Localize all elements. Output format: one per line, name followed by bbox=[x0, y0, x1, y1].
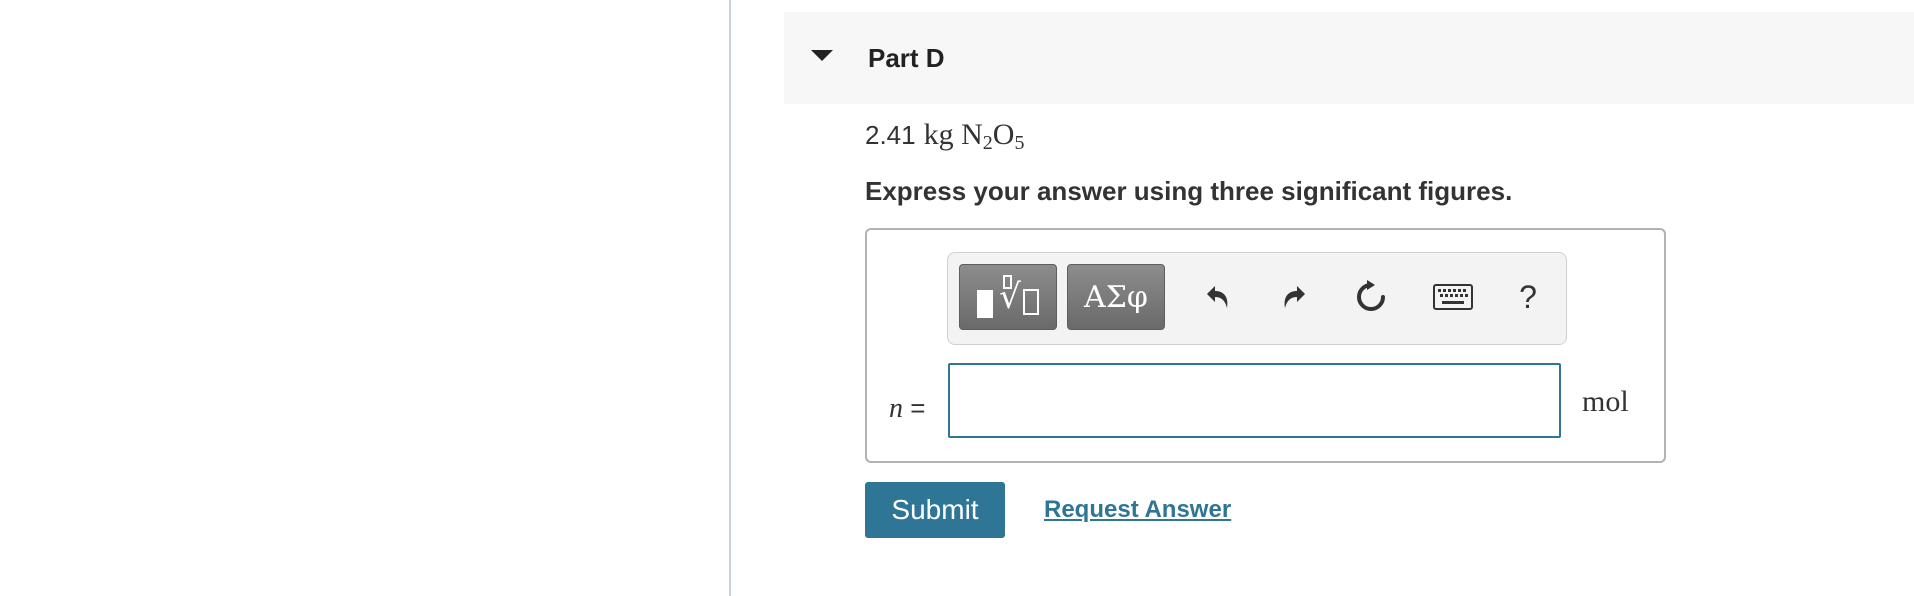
equals-sign: = bbox=[910, 393, 926, 423]
question-text: 2.41 kg N2O5 bbox=[865, 118, 1024, 158]
undo-icon[interactable] bbox=[1196, 275, 1240, 319]
answer-variable: n bbox=[889, 393, 903, 424]
question-unit: kg bbox=[923, 118, 954, 151]
question-formula: kg N2O5 bbox=[924, 118, 1025, 155]
answer-input[interactable] bbox=[948, 363, 1561, 438]
symbols-button[interactable]: ΑΣφ bbox=[1067, 264, 1165, 330]
formula-element-n: N bbox=[961, 118, 983, 151]
instruction-text: Express your answer using three signific… bbox=[865, 176, 1513, 206]
templates-button[interactable]: √ bbox=[959, 264, 1057, 330]
question-amount: 2.41 bbox=[865, 120, 916, 150]
templates-icon bbox=[977, 290, 994, 318]
left-pane bbox=[0, 0, 731, 596]
answer-variable-label: n = bbox=[889, 388, 925, 429]
part-title: Part D bbox=[868, 43, 945, 73]
formula-subscript-2: 2 bbox=[982, 132, 993, 154]
request-answer-link[interactable]: Request Answer bbox=[1044, 495, 1231, 525]
formula-subscript-5: 5 bbox=[1014, 132, 1025, 154]
help-button[interactable]: ? bbox=[1506, 275, 1550, 319]
submit-button[interactable]: Submit bbox=[865, 482, 1005, 538]
formula-element-o: O bbox=[992, 118, 1015, 151]
keyboard-icon[interactable] bbox=[1431, 275, 1475, 319]
collapse-caret-icon[interactable] bbox=[811, 50, 833, 61]
math-toolbar: √ ΑΣφ ? bbox=[947, 252, 1567, 345]
part-header[interactable]: Part D bbox=[784, 12, 1914, 104]
reset-icon[interactable] bbox=[1349, 275, 1393, 319]
radical-icon: √ bbox=[999, 275, 1021, 317]
answer-box: √ ΑΣφ ? n = mol bbox=[865, 228, 1666, 463]
placeholder-box-icon bbox=[1022, 289, 1039, 315]
redo-icon[interactable] bbox=[1272, 275, 1316, 319]
answer-unit: mol bbox=[1582, 385, 1629, 418]
